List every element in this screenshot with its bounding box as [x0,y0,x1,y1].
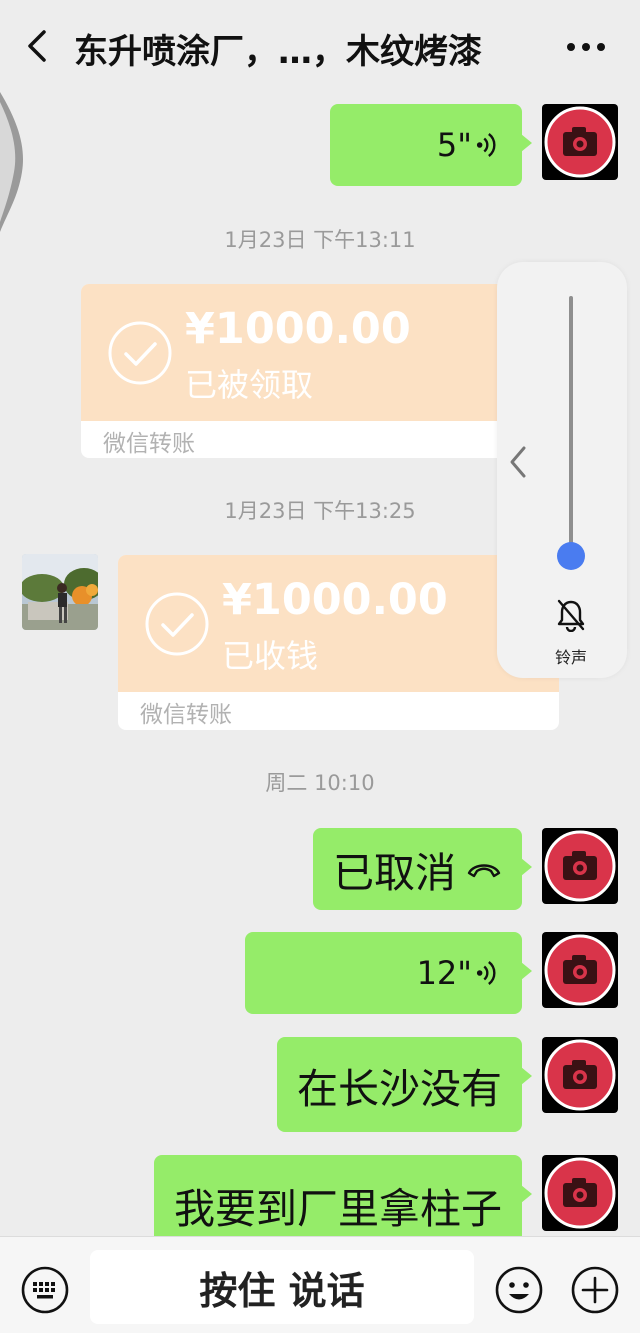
back-arrow-icon[interactable] [22,28,52,64]
call-status-text: 已取消 [333,849,456,897]
timestamp: 周二 10:10 [265,771,375,795]
voice-wave-icon [476,961,496,985]
camera-icon [544,1157,616,1229]
camera-icon [544,934,616,1006]
transfer-card[interactable]: ¥1000.00 已被领取 微信转账 [81,284,521,458]
text-message-bubble[interactable]: 在长沙没有 [277,1037,532,1132]
call-message-bubble[interactable]: 已取消 [313,828,532,910]
transfer-footer: 微信转账 [103,431,195,457]
check-circle-icon [108,321,172,385]
chat-header: 东升喷涂厂，…，木纹烤漆 [0,0,640,92]
plus-icon[interactable] [570,1265,620,1315]
volume-slider-knob[interactable] [557,542,585,570]
emoji-icon[interactable] [494,1265,544,1315]
message-text: 我要到厂里拿柱子 [174,1185,502,1233]
camera-icon [544,1039,616,1111]
voice-wave-icon [476,133,496,157]
avatar[interactable] [22,554,98,630]
chevron-left-icon[interactable] [507,444,529,480]
voice-message-bubble[interactable]: 12" [245,932,532,1014]
transfer-card[interactable]: ¥1000.00 已收钱 微信转账 [118,555,559,730]
transfer-status: 已收钱 [222,637,319,675]
avatar[interactable] [542,1037,618,1113]
camera-icon [544,106,616,178]
volume-panel[interactable]: 铃声 [497,262,627,678]
message-text: 在长沙没有 [297,1064,502,1113]
avatar[interactable] [542,932,618,1008]
avatar[interactable] [542,828,618,904]
volume-slider-track[interactable] [569,296,573,556]
input-bar: 按住 说话 [0,1236,640,1333]
transfer-footer: 微信转账 [140,702,232,728]
more-options-icon[interactable] [566,42,606,52]
voice-message-bubble[interactable]: 5" [330,104,532,186]
avatar[interactable] [542,1155,618,1231]
hang-up-icon [467,864,501,878]
edge-swipe-indicator [0,92,24,232]
camera-icon [544,830,616,902]
voice-duration: 5" [436,126,472,164]
profile-photo [22,554,98,630]
check-circle-icon [145,592,209,656]
voice-duration: 12" [416,954,472,992]
keyboard-icon[interactable] [20,1265,70,1315]
transfer-status: 已被领取 [185,366,314,404]
transfer-amount: ¥1000.00 [185,304,411,354]
volume-label: 铃声 [554,648,587,667]
avatar[interactable] [542,104,618,180]
chat-title: 东升喷涂厂，…，木纹烤漆 [74,32,482,72]
transfer-amount: ¥1000.00 [222,575,448,625]
timestamp: 1月23日 下午13:11 [224,228,416,252]
hold-to-talk-button[interactable]: 按住 说话 [90,1250,474,1324]
bell-muted-icon[interactable] [555,598,587,632]
